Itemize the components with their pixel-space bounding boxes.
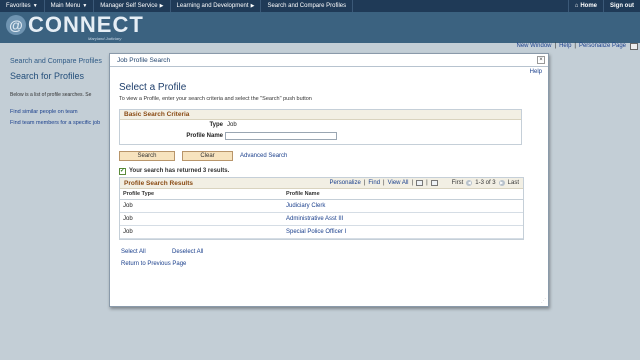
personalize-page-link[interactable]: Personalize Page bbox=[579, 43, 626, 51]
zoom-icon[interactable] bbox=[416, 180, 424, 186]
main-menu-label: Main Menu bbox=[50, 3, 81, 9]
find-team-members-link[interactable]: Find team members for a specific job bbox=[10, 120, 100, 126]
dropdown-arrow-icon: ▼ bbox=[82, 3, 88, 9]
advanced-search-link[interactable]: Advanced Search bbox=[240, 153, 287, 159]
top-nav-bar: Favorites ▼ Main Menu ▼ Manager Self Ser… bbox=[0, 0, 640, 12]
table-row: Job Special Police Officer I bbox=[120, 226, 523, 239]
type-label: Type bbox=[209, 122, 223, 128]
basic-search-criteria: Basic Search Criteria Type Job Profile N… bbox=[119, 109, 522, 145]
logo-text: CONNECT bbox=[28, 12, 144, 37]
type-row: Type Job bbox=[120, 120, 521, 131]
profile-name-link[interactable]: Judiciary Clerk bbox=[286, 203, 325, 209]
new-window-link[interactable]: New Window bbox=[516, 43, 551, 51]
profile-name-link[interactable]: Administrative Asst III bbox=[286, 216, 343, 222]
instructions-text: To view a Profile, enter your search cri… bbox=[119, 96, 312, 102]
last-label: Last bbox=[507, 180, 519, 186]
breadcrumb-label: Search and Compare Profiles bbox=[267, 3, 347, 9]
connect-logo: @ CONNECT bbox=[6, 14, 144, 36]
return-previous-page-link[interactable]: Return to Previous Page bbox=[121, 261, 186, 267]
nav-breadcrumb-manager-self-service[interactable]: Manager Self Service ▶ bbox=[94, 0, 171, 12]
resize-grip-icon[interactable]: ⋰ bbox=[541, 298, 546, 304]
profile-name-link[interactable]: Special Police Officer I bbox=[286, 229, 346, 235]
search-button[interactable]: Search bbox=[119, 151, 175, 161]
select-all-link[interactable]: Select All bbox=[121, 249, 146, 255]
table-row: Job Judiciary Clerk bbox=[120, 200, 523, 213]
nav-breadcrumb-search-compare[interactable]: Search and Compare Profiles bbox=[261, 0, 354, 12]
profile-name-label: Profile Name bbox=[186, 133, 223, 139]
home-link[interactable]: ⌂ Home bbox=[567, 0, 603, 12]
deselect-all-link[interactable]: Deselect All bbox=[172, 249, 203, 255]
personalize-grid-link[interactable]: Personalize bbox=[329, 180, 360, 186]
col-profile-type: Profile Type bbox=[123, 191, 155, 197]
favorites-menu[interactable]: Favorites ▼ bbox=[0, 0, 45, 12]
first-label: First bbox=[451, 180, 464, 186]
breadcrumb-arrow-icon: ▶ bbox=[159, 3, 164, 9]
col-profile-name: Profile Name bbox=[286, 191, 320, 197]
row-type: Job bbox=[123, 229, 133, 235]
grid-column-headers: Profile Type Profile Name bbox=[120, 189, 523, 200]
result-message: ✓ Your search has returned 3 results. bbox=[119, 167, 523, 175]
modal-help-link[interactable]: Help bbox=[530, 69, 542, 75]
view-all-link[interactable]: View All bbox=[388, 180, 409, 186]
page-title: Search for Profiles bbox=[10, 71, 85, 81]
find-link[interactable]: Find bbox=[368, 180, 380, 186]
divider: | bbox=[554, 43, 557, 49]
close-icon[interactable]: × bbox=[537, 56, 545, 64]
download-spreadsheet-icon[interactable] bbox=[430, 180, 438, 186]
find-similar-people-link[interactable]: Find similar people on team bbox=[10, 109, 78, 115]
grid-title: Profile Search Results bbox=[124, 179, 193, 187]
next-page-icon[interactable]: ▶ bbox=[498, 180, 505, 186]
breadcrumb-label: Manager Self Service bbox=[100, 3, 158, 9]
profile-name-input[interactable] bbox=[225, 132, 337, 140]
modal-titlebar: Job Profile Search bbox=[110, 54, 548, 67]
page-description: Below is a list of profile searches. Se bbox=[10, 92, 92, 98]
breadcrumb-arrow-icon: ▶ bbox=[250, 3, 255, 9]
type-value: Job bbox=[227, 122, 237, 128]
profile-name-row: Profile Name bbox=[120, 131, 521, 142]
select-profile-heading: Select a Profile bbox=[119, 82, 187, 93]
page-options-icon[interactable] bbox=[630, 43, 638, 50]
profile-search-results-grid: Profile Search Results Personalize | Fin… bbox=[119, 177, 524, 240]
logo-subtitle: Maryland Judiciary bbox=[88, 36, 122, 41]
help-link[interactable]: Help bbox=[559, 43, 571, 51]
sign-out-label: Sign out bbox=[610, 3, 634, 9]
clear-button[interactable]: Clear bbox=[182, 151, 233, 161]
divider: | bbox=[383, 180, 385, 186]
grid-header: Profile Search Results Personalize | Fin… bbox=[120, 178, 523, 189]
divider: | bbox=[426, 180, 428, 186]
sign-out-link[interactable]: Sign out bbox=[603, 0, 640, 12]
favorites-label: Favorites bbox=[6, 3, 31, 9]
search-buttons-row: Search Clear Advanced Search bbox=[119, 149, 523, 167]
criteria-header: Basic Search Criteria bbox=[120, 110, 521, 120]
previous-page-icon[interactable]: ◀ bbox=[466, 180, 473, 186]
header-banner: @ CONNECT Maryland Judiciary bbox=[0, 12, 640, 43]
page-breadcrumb: Search and Compare Profiles bbox=[10, 58, 102, 65]
row-type: Job bbox=[123, 203, 133, 209]
page-range: 1-3 of 3 bbox=[475, 180, 496, 186]
divider: | bbox=[574, 43, 576, 49]
bottom-links: Select All Deselect All Return to Previo… bbox=[119, 249, 523, 279]
divider: | bbox=[363, 180, 366, 186]
utility-links: New Window | Help | Personalize Page bbox=[516, 43, 626, 51]
checkmark-icon: ✓ bbox=[119, 167, 126, 175]
logo-swirl-icon: @ bbox=[6, 15, 26, 35]
modal-body: Select a Profile To view a Profile, ente… bbox=[119, 82, 524, 279]
result-message-text: Your search has returned 3 results. bbox=[129, 168, 230, 174]
dropdown-arrow-icon: ▼ bbox=[32, 3, 38, 9]
divider: | bbox=[411, 180, 414, 186]
row-type: Job bbox=[123, 216, 133, 222]
grid-toolbar: Personalize | Find | View All | | First … bbox=[329, 180, 519, 186]
modal-title: Job Profile Search bbox=[117, 56, 171, 64]
main-menu[interactable]: Main Menu ▼ bbox=[45, 0, 95, 12]
home-icon: ⌂ bbox=[574, 3, 579, 9]
breadcrumb-label: Learning and Development bbox=[176, 3, 249, 9]
table-row: Job Administrative Asst III bbox=[120, 213, 523, 226]
nav-breadcrumb-learning[interactable]: Learning and Development ▶ bbox=[171, 0, 262, 12]
home-label: Home bbox=[580, 3, 597, 9]
job-profile-search-modal: Job Profile Search × Help Select a Profi… bbox=[109, 53, 549, 307]
